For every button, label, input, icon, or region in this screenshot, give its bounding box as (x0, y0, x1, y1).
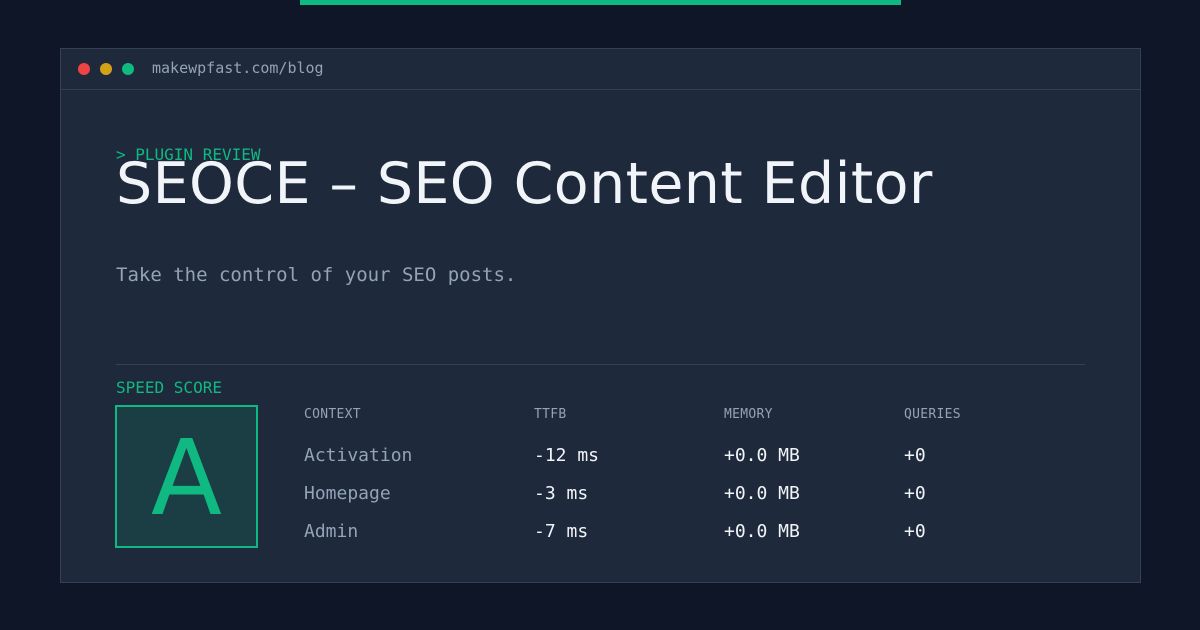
window-titlebar: makewpfast.com/blog (61, 49, 1140, 90)
row-ttfb: -3 ms (534, 483, 589, 504)
row-ttfb: -12 ms (534, 445, 600, 466)
row-context: Activation (304, 445, 413, 466)
column-header-memory: MEMORY (724, 407, 773, 422)
page-title: SEOCE – SEO Content Editor (116, 151, 933, 217)
section-divider (116, 364, 1085, 365)
row-queries: +0 (904, 445, 926, 466)
row-queries: +0 (904, 483, 926, 504)
row-context: Homepage (304, 483, 391, 504)
speed-grade: A (150, 416, 223, 539)
maximize-dot-icon[interactable] (122, 63, 134, 75)
column-header-context: CONTEXT (304, 407, 361, 422)
column-header-ttfb: TTFB (534, 407, 567, 422)
row-memory: +0.0 MB (724, 445, 800, 466)
close-dot-icon[interactable] (78, 63, 90, 75)
speed-grade-badge: A (115, 405, 258, 548)
column-header-queries: QUERIES (904, 407, 961, 422)
row-context: Admin (304, 521, 359, 542)
row-memory: +0.0 MB (724, 521, 800, 542)
page-subtitle: Take the control of your SEO posts. (116, 264, 517, 286)
row-memory: +0.0 MB (724, 483, 800, 504)
row-ttfb: -7 ms (534, 521, 589, 542)
accent-bar (300, 0, 901, 5)
minimize-dot-icon[interactable] (100, 63, 112, 75)
url-text: makewpfast.com/blog (152, 59, 324, 77)
speed-score-label: SPEED SCORE (116, 378, 222, 397)
browser-window: makewpfast.com/blog > PLUGIN REVIEW SEOC… (60, 48, 1141, 583)
row-queries: +0 (904, 521, 926, 542)
